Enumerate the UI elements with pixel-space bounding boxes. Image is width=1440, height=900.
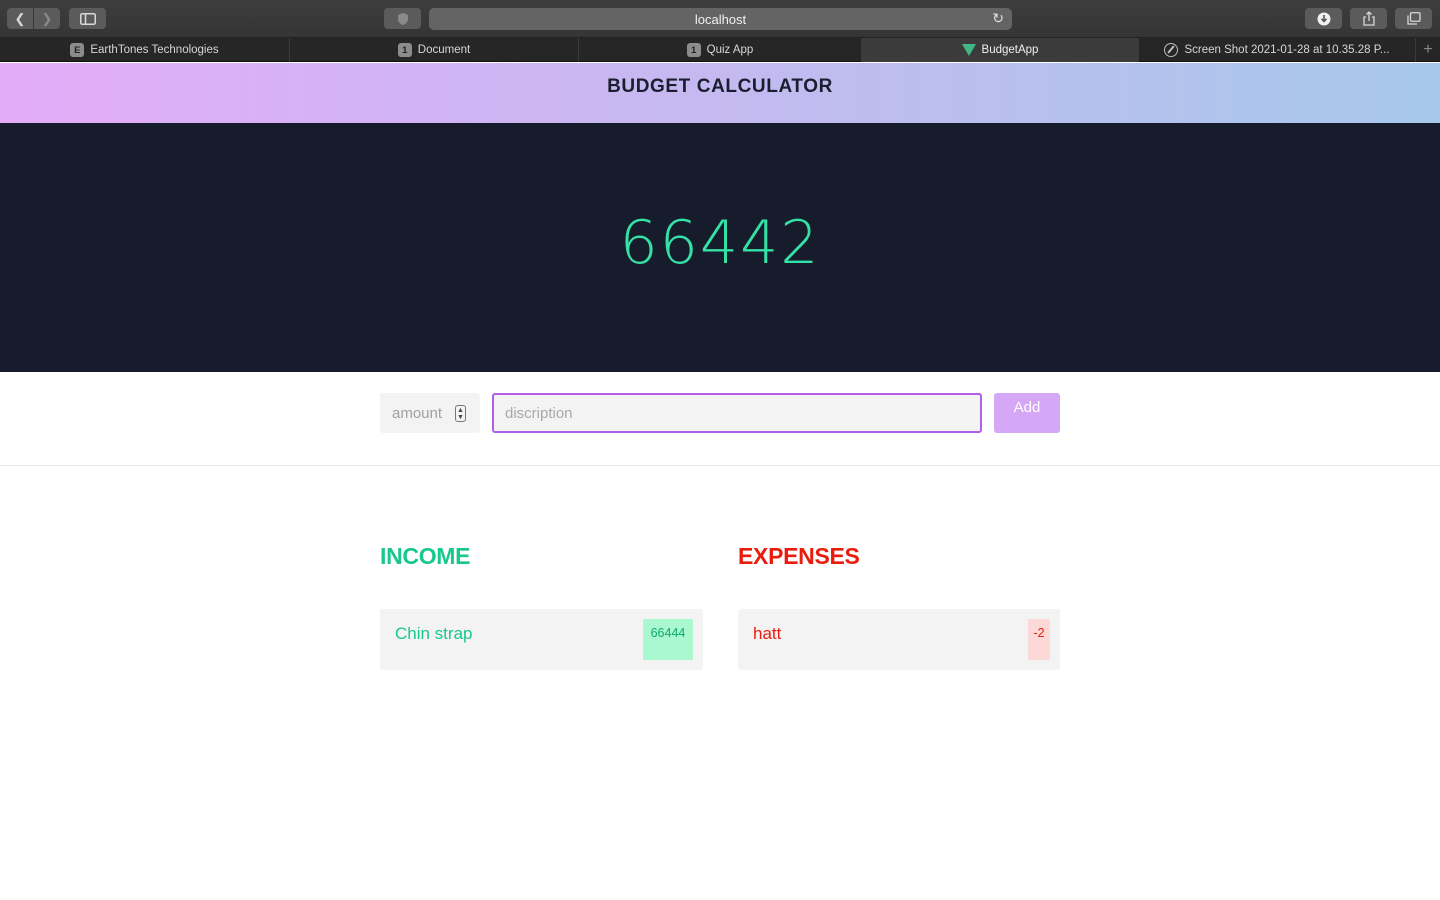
tab-label: Screen Shot 2021-01-28 at 10.35.28 P... — [1184, 44, 1390, 56]
chevron-right-icon: ❯ — [41, 10, 53, 26]
sidebar-icon — [79, 12, 96, 25]
expenses-title: EXPENSES — [738, 543, 860, 569]
tab-overview-button[interactable] — [1395, 8, 1432, 29]
tab-screenshot[interactable]: Screen Shot 2021-01-28 at 10.35.28 P... — [1139, 38, 1416, 62]
new-tab-button[interactable]: + — [1416, 38, 1440, 61]
sidebar-toggle-button[interactable] — [69, 8, 106, 29]
amount-placeholder: amount — [392, 404, 443, 422]
browser-toolbar: ❮ ❯ localhost ↻ — [0, 0, 1440, 38]
tab-document[interactable]: 1 Document — [290, 38, 579, 62]
expense-item-value: -2 — [1028, 619, 1050, 660]
shield-icon — [397, 12, 408, 25]
add-button[interactable]: Add — [994, 393, 1060, 433]
tab-quiz-app[interactable]: 1 Quiz App — [579, 38, 862, 62]
tab-budgetapp[interactable]: BudgetApp — [862, 38, 1139, 62]
expense-item[interactable]: hatt -2 — [738, 609, 1060, 670]
description-input[interactable] — [492, 393, 982, 433]
tab-overview-icon — [1406, 12, 1421, 25]
tab-label: Quiz App — [706, 44, 754, 56]
privacy-report-button[interactable] — [384, 8, 421, 29]
divider — [0, 465, 1440, 466]
number-stepper-icon[interactable]: ▲ ▼ — [455, 405, 466, 422]
back-button[interactable]: ❮ — [7, 8, 33, 29]
app-header: BUDGET CALCULATOR — [0, 63, 1440, 123]
address-bar[interactable]: localhost ↻ — [429, 8, 1012, 30]
amount-input[interactable]: amount ▲ ▼ — [380, 393, 480, 433]
entry-form: amount ▲▼ Add — [380, 393, 1060, 433]
reload-icon[interactable]: ↻ — [992, 10, 1004, 27]
income-item-description: Chin strap — [395, 624, 473, 643]
income-item-value: 66444 — [643, 619, 693, 660]
vue-logo-icon — [961, 44, 976, 56]
tab-favicon: 1 — [686, 43, 701, 57]
tab-bar: E EarthTones Technologies 1 Document 1 Q… — [0, 38, 1440, 62]
balance-panel: 66442 — [0, 123, 1440, 372]
income-title: INCOME — [380, 543, 471, 569]
tab-label: EarthTones Technologies — [90, 44, 219, 56]
url-text: localhost — [694, 11, 747, 27]
tab-favicon: E — [70, 43, 85, 57]
tab-label: BudgetApp — [981, 44, 1039, 56]
forward-button[interactable]: ❯ — [34, 8, 60, 29]
share-icon — [1362, 11, 1375, 26]
tab-favicon: 1 — [397, 43, 412, 57]
tab-label: Document — [417, 44, 471, 56]
compass-icon — [1164, 43, 1179, 57]
plus-icon: + — [1423, 40, 1433, 58]
tab-earthtones[interactable]: E EarthTones Technologies — [0, 38, 290, 62]
downloads-button[interactable] — [1305, 8, 1342, 29]
total-balance: 66442 — [619, 207, 821, 278]
chevron-left-icon: ❮ — [14, 10, 26, 26]
income-item[interactable]: Chin strap 66444 — [380, 609, 703, 670]
download-icon — [1317, 12, 1330, 25]
expense-item-description: hatt — [753, 624, 782, 643]
share-button[interactable] — [1350, 8, 1387, 29]
app-title: BUDGET CALCULATOR — [607, 76, 833, 97]
